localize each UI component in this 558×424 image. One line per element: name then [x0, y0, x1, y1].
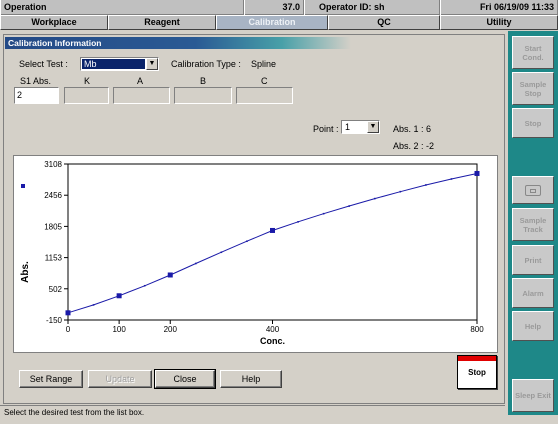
calibration-type-label: Calibration Type :	[171, 59, 241, 69]
tab-workplace[interactable]: Workplace	[0, 15, 108, 30]
tab-utility[interactable]: Utility	[440, 15, 558, 30]
update-button[interactable]: Update	[88, 370, 152, 388]
panel-title: Calibration Information	[5, 37, 351, 49]
curve-dot	[425, 184, 427, 186]
chevron-down-icon[interactable]: ▼	[367, 121, 379, 133]
x-tick-label: 400	[266, 325, 280, 334]
curve-dot	[348, 205, 350, 207]
curve-dot	[195, 262, 197, 265]
sidebar-help-button[interactable]: Help	[512, 311, 554, 341]
curve-dot	[322, 212, 325, 215]
select-test-label: Select Test :	[19, 59, 68, 69]
sample-track-button[interactable]: Sample Track	[512, 208, 554, 241]
param-header-b: B	[200, 76, 207, 86]
curve-dot	[450, 178, 453, 180]
abs2-readout: Abs. 2 : -2	[393, 141, 435, 151]
print-button[interactable]: Print	[512, 245, 554, 275]
a-value	[114, 90, 116, 100]
curve-dot	[92, 304, 95, 306]
a-field	[113, 87, 170, 104]
param-header-k: K	[84, 76, 91, 86]
b-value	[175, 90, 177, 100]
calibration-point	[65, 310, 71, 316]
sidebar-stop-button[interactable]: Stop	[512, 108, 554, 138]
status-bar: Select the desired test from the list bo…	[0, 405, 505, 424]
y-tick-label: -150	[46, 316, 63, 325]
select-test-dropdown[interactable]: Mb ▼	[80, 57, 159, 71]
param-header-a: A	[137, 76, 144, 86]
x-tick-label: 800	[470, 325, 484, 334]
point-dropdown[interactable]: 1 ▼	[341, 120, 380, 134]
tab-calibration[interactable]: Calibration	[216, 15, 328, 30]
start-cond-button[interactable]: Start Cond.	[512, 36, 554, 69]
sleep-exit-button[interactable]: Sleep Exit	[512, 379, 554, 412]
monitor-button[interactable]	[512, 176, 554, 204]
calibration-chart: 3108 2456 1805 1153 502 -150 0 100 200 400 800 Conc…	[13, 155, 498, 353]
calibration-point	[167, 272, 173, 278]
value-readout: 37.0	[244, 0, 304, 15]
select-test-value: Mb	[82, 59, 145, 69]
close-button[interactable]: Close	[154, 369, 216, 389]
y-tick-label: 1805	[44, 222, 62, 231]
monitor-icon	[525, 184, 541, 196]
set-range-button[interactable]: Set Range	[19, 370, 83, 388]
calibration-point	[270, 227, 275, 233]
b-field	[174, 87, 232, 104]
c-value	[237, 90, 239, 100]
point-value: 1	[345, 122, 351, 132]
sample-stop-button[interactable]: Sample Stop	[512, 72, 554, 105]
curve-dot	[220, 251, 223, 254]
datetime: Fri 06/19/09 11:33	[440, 0, 558, 15]
curve-dot	[297, 221, 299, 223]
stop-button[interactable]: Stop	[457, 355, 497, 389]
point-label: Point :	[313, 124, 339, 134]
chevron-down-icon[interactable]: ▼	[146, 58, 158, 70]
k-value	[65, 90, 67, 100]
alarm-button[interactable]: Alarm	[512, 278, 554, 308]
app-title: Operation	[0, 0, 244, 15]
y-axis-label: Abs.	[20, 261, 31, 283]
c-field	[236, 87, 293, 104]
tab-reagent[interactable]: Reagent	[108, 15, 216, 30]
x-axis-label: Conc.	[260, 336, 285, 346]
curve-dot	[399, 190, 402, 193]
y-tick-label: 2456	[44, 191, 62, 200]
operator-id: Operator ID: sh	[304, 0, 440, 15]
s1abs-field[interactable]: 2	[14, 87, 59, 104]
s1abs-value: 2	[17, 90, 23, 100]
k-field	[64, 87, 109, 104]
calibration-point	[116, 293, 122, 299]
tab-qc[interactable]: QC	[328, 15, 440, 30]
curve-dot	[246, 240, 248, 243]
stop-red-bar	[458, 356, 496, 361]
abs1-readout: Abs. 1 : 6	[393, 124, 432, 134]
curve-dot	[373, 197, 376, 200]
param-header-s1abs: S1 Abs.	[20, 76, 52, 86]
tab-bar: Workplace Reagent Calibration QC Utility	[0, 15, 558, 30]
param-header-c: C	[261, 76, 268, 86]
calibration-point	[474, 170, 480, 176]
title-bar: Operation 37.0 Operator ID: sh Fri 06/19…	[0, 0, 558, 15]
y-tick-label: 502	[49, 285, 63, 294]
stop-button-label: Stop	[468, 368, 486, 377]
x-tick-label: 200	[164, 325, 178, 334]
right-sidebar: Start Cond. Sample Stop Stop Sample Trac…	[508, 31, 558, 415]
chart-svg: 3108 2456 1805 1153 502 -1500 100 200 400 800 Conc…	[20, 160, 484, 346]
legend-marker	[21, 184, 25, 188]
x-tick-label: 100	[112, 325, 126, 334]
help-button[interactable]: Help	[220, 370, 282, 388]
x-tick-label: 0	[66, 325, 71, 334]
calibration-type-value: Spline	[251, 59, 277, 69]
y-tick-label: 3108	[44, 160, 62, 169]
y-tick-label: 1153	[45, 254, 63, 263]
curve-dot	[143, 284, 146, 287]
